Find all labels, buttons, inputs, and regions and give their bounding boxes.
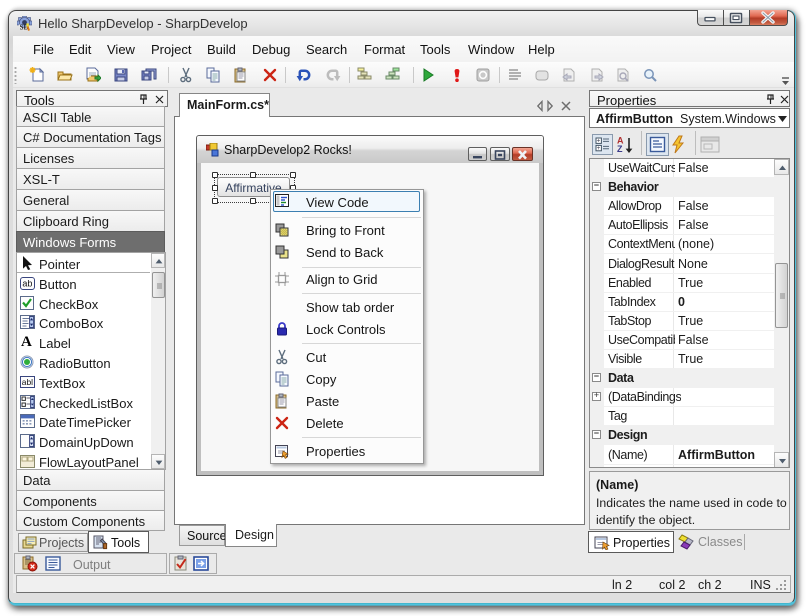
- svg-text:Z: Z: [617, 144, 623, 154]
- svg-text:+: +: [597, 138, 601, 145]
- svg-text:ab: ab: [22, 278, 32, 288]
- svg-text:abl: abl: [22, 377, 33, 387]
- svg-text:+: +: [597, 145, 601, 152]
